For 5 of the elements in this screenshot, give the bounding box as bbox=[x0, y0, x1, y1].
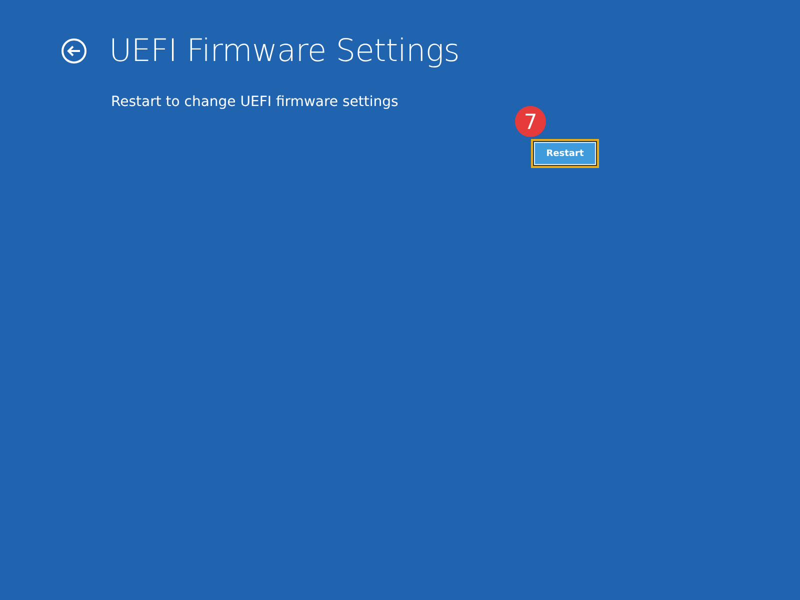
step-badge: 7 bbox=[515, 106, 546, 137]
restart-button[interactable]: Restart bbox=[534, 142, 596, 165]
description-text: Restart to change UEFI firmware settings bbox=[111, 93, 398, 111]
page-title: UEFI Firmware Settings bbox=[109, 32, 460, 71]
back-icon[interactable] bbox=[61, 38, 87, 64]
